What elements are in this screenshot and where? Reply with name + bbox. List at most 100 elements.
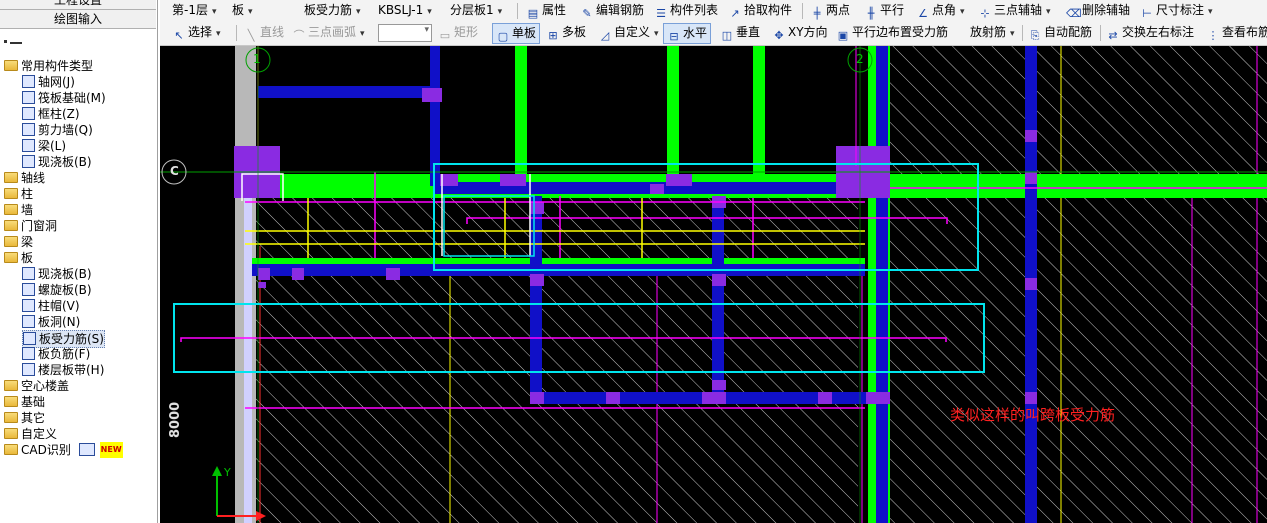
horizontal-button[interactable]: ⊟ 水平 xyxy=(663,23,712,44)
xy-direction-button[interactable]: ✥ XY方向 xyxy=(772,22,827,43)
folder-icon xyxy=(4,204,18,215)
component-list-button[interactable]: ☰ 构件列表 xyxy=(654,0,718,21)
folder-icon xyxy=(4,380,18,391)
folder-icon xyxy=(4,172,18,183)
single-slab-button[interactable]: ▢ 单板 xyxy=(492,23,541,44)
vertical-icon: ◫ xyxy=(721,29,733,42)
component-type-select[interactable]: 板受力筋 xyxy=(304,0,361,21)
tree-item[interactable]: 板负筋(F) xyxy=(22,346,90,362)
layer-select[interactable]: 分层板1 xyxy=(450,0,502,21)
folder-open-icon xyxy=(4,252,18,263)
parallel-icon: ╫ xyxy=(867,7,875,20)
floor-slab-strip-icon xyxy=(22,363,35,376)
tree-item[interactable]: 轴网(J) xyxy=(22,74,75,90)
edit-rebar-icon: ✎ xyxy=(582,7,592,20)
tree-group[interactable]: 墙 xyxy=(4,202,33,218)
point-angle-button[interactable]: ∠ 点角 xyxy=(916,0,965,21)
arc-param-select[interactable]: ▾ xyxy=(378,24,432,42)
column-cap-icon xyxy=(22,299,35,312)
tree-group[interactable]: 其它 xyxy=(4,410,45,426)
slab-hatch-lower xyxy=(248,198,858,523)
tree-item[interactable]: 剪力墙(Q) xyxy=(22,122,93,138)
tree-item[interactable]: 框柱(Z) xyxy=(22,106,80,122)
tree-group-slab[interactable]: 板 xyxy=(4,250,33,266)
slab-main-rebar-icon xyxy=(23,332,36,345)
properties-icon: ▤ xyxy=(527,7,539,20)
arc-tool[interactable]: ⌒ 三点画弧 xyxy=(292,22,365,43)
tree-item-cad-recognition[interactable]: CAD识别 NEW xyxy=(4,442,123,458)
component-name-select[interactable]: KBSLJ-1 xyxy=(378,0,432,21)
point-angle-icon: ∠ xyxy=(918,7,928,20)
floor-select[interactable]: 第-1层 xyxy=(172,0,217,21)
two-point-axis-button[interactable]: ╪ 两点 xyxy=(810,0,850,21)
dimension-label: 8000 xyxy=(168,401,183,438)
parallel-edge-button[interactable]: ▣ 平行边布置受力筋 xyxy=(836,22,948,43)
auto-rebar-icon: ⎘ xyxy=(1030,29,1040,42)
select-tool[interactable]: ↖ 选择 xyxy=(172,22,221,43)
swap-labels-button[interactable]: ⇄ 交换左右标注 xyxy=(1106,22,1194,43)
tree-item[interactable]: 柱帽(V) xyxy=(22,298,80,314)
line-icon: ╲ xyxy=(247,29,255,42)
spiral-slab-icon xyxy=(22,283,35,296)
multi-slab-button[interactable]: ⊞ 多板 xyxy=(546,22,586,43)
delete-axis-button[interactable]: ⌫删除辅轴 xyxy=(1066,0,1130,21)
rectangle-icon: ▭ xyxy=(439,29,451,42)
draw-input-button[interactable]: 绘图输入 xyxy=(0,10,156,29)
line-tool[interactable]: ╲ 直线 xyxy=(244,22,284,43)
list-icon: ☰ xyxy=(656,7,666,20)
tree-group-common-types[interactable]: 常用构件类型 xyxy=(4,58,93,74)
tree-item[interactable]: 现浇板(B) xyxy=(22,266,92,282)
cast-slab-icon xyxy=(22,267,35,280)
axis-label-c: C xyxy=(170,164,179,178)
slab-hatch-right xyxy=(870,46,1267,523)
folder-icon xyxy=(4,236,18,247)
folder-icon xyxy=(4,396,18,407)
chevron-down-icon: ▾ xyxy=(424,25,429,35)
radial-rebar-button[interactable]: 放射筋 xyxy=(970,22,1015,43)
project-settings-button[interactable]: 工程设置 xyxy=(0,0,156,10)
tree-item[interactable]: 板洞(N) xyxy=(22,314,80,330)
tree-item[interactable]: 现浇板(B) xyxy=(22,154,92,170)
tree-group[interactable]: 空心楼盖 xyxy=(4,378,69,394)
arc-icon: ⌒ xyxy=(293,29,305,42)
folder-icon xyxy=(4,444,18,455)
drawing-canvas[interactable]: 1 2 C 8000 类似这样的叫跨板受力筋 Y xyxy=(160,46,1267,523)
tree-item[interactable]: 梁(L) xyxy=(22,138,66,154)
tree-group[interactable]: 基础 xyxy=(4,394,45,410)
xy-direction-icon: ✥ xyxy=(774,29,784,42)
toolbar-main: 第-1层 板 板受力筋 KBSLJ-1 分层板1 ▤属性 ✎编辑钢筋 ☰构件列表… xyxy=(160,0,1267,23)
tree-group[interactable]: 轴线 xyxy=(4,170,45,186)
folder-open-icon xyxy=(4,60,18,71)
dimension-button[interactable]: ⊢ 尺寸标注 xyxy=(1140,0,1213,21)
axis-label-1: 1 xyxy=(253,52,261,66)
view-rebar-button[interactable]: ⋮ 查看布筋 xyxy=(1206,22,1267,43)
category-select[interactable]: 板 xyxy=(232,0,253,21)
three-point-axis-button[interactable]: ⊹ 三点辅轴 xyxy=(978,0,1051,21)
custom-shape-icon: ◿ xyxy=(600,29,610,42)
custom-button[interactable]: ◿ 自定义 xyxy=(598,22,659,43)
cursor-icon: ↖ xyxy=(174,29,184,42)
tree-group[interactable]: 梁 xyxy=(4,234,33,250)
toolbar-draw: ↖选择 ╲直线 ⌒三点画弧 ▾ ▭矩形 ▢单板 ⊞多板 ◿自定义 ⊟水平 ◫垂直… xyxy=(160,22,1267,46)
swap-icon: ⇄ xyxy=(1108,29,1118,42)
tree-group[interactable]: 柱 xyxy=(4,186,33,202)
collapse-tree-icon[interactable] xyxy=(4,36,24,46)
parallel-axis-button[interactable]: ╫ 平行 xyxy=(864,0,904,21)
ucs-y-label: Y xyxy=(224,466,231,479)
rect-tool[interactable]: ▭ 矩形 xyxy=(438,22,478,43)
tree-item[interactable]: 螺旋板(B) xyxy=(22,282,92,298)
tree-group[interactable]: 自定义 xyxy=(4,426,57,442)
tree-item[interactable]: 楼层板带(H) xyxy=(22,362,104,378)
grid-axis-icon xyxy=(22,75,35,88)
pick-component-button[interactable]: ↗ 拾取构件 xyxy=(728,0,792,21)
multi-slab-icon: ⊞ xyxy=(548,29,558,42)
tree-group[interactable]: 门窗洞 xyxy=(4,218,57,234)
tree-item[interactable]: 筏板基础(M) xyxy=(22,90,106,106)
auto-rebar-button[interactable]: ⎘ 自动配筋 xyxy=(1028,22,1092,43)
frame-column-icon xyxy=(22,107,35,120)
vertical-button[interactable]: ◫ 垂直 xyxy=(720,22,760,43)
cad-recognition-icon xyxy=(78,443,95,456)
cast-slab-icon xyxy=(22,155,35,168)
edit-rebar-button[interactable]: ✎ 编辑钢筋 xyxy=(580,0,644,21)
properties-button[interactable]: ▤ 属性 xyxy=(526,0,566,21)
